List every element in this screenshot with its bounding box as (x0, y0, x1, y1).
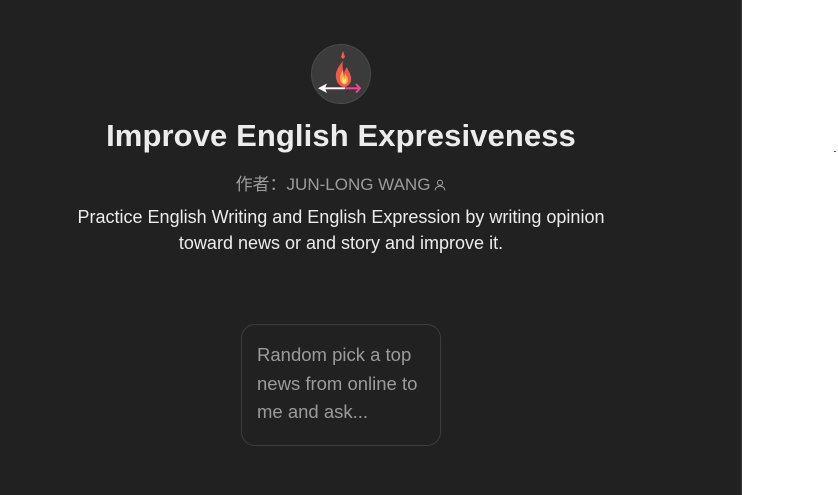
gpt-author-line: 作者：JUN-LONG WANG (0, 170, 682, 196)
page: Improve English Expresiveness 作者：JUN-LON… (0, 0, 838, 495)
conversation-starter-label: Random pick a top news from online to me… (257, 344, 418, 422)
conversation-starter-button[interactable]: Random pick a top news from online to me… (241, 324, 441, 446)
gpt-author: 作者：JUN-LONG WANG (235, 175, 431, 194)
stray-mark (834, 151, 836, 152)
gpt-preview-panel: Improve English Expresiveness 作者：JUN-LON… (0, 0, 742, 495)
right-blank-pane (743, 0, 838, 495)
fire-arrow-icon (318, 51, 362, 94)
gpt-description: Practice English Writing and English Exp… (77, 207, 605, 253)
gpt-avatar (311, 44, 371, 104)
gpt-title: Improve English Expresiveness (106, 118, 576, 153)
person-icon (434, 176, 446, 196)
